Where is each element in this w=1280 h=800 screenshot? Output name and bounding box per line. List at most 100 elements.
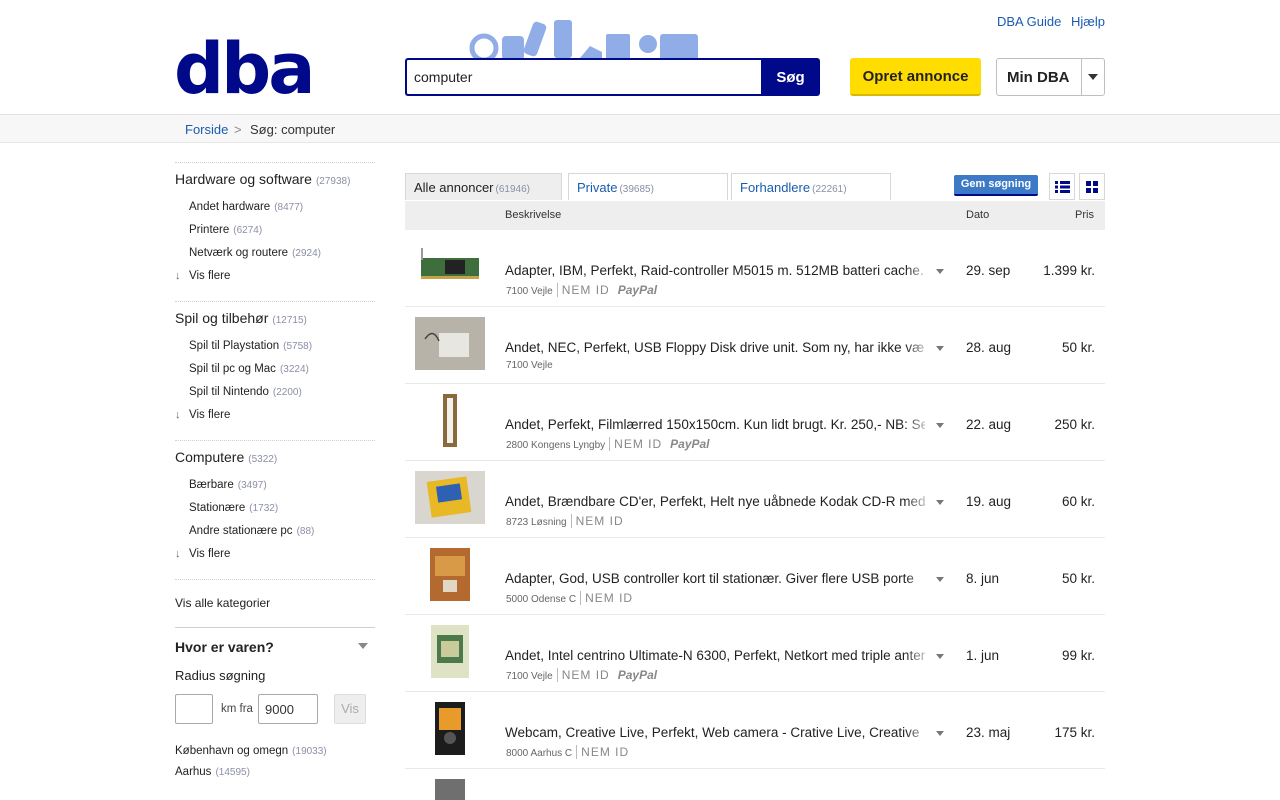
subcategory-link[interactable]: Spil til pc og Mac (3224) [175, 362, 375, 385]
location-filter-title[interactable]: Hvor er varen? [175, 636, 375, 660]
listing-title[interactable]: Andet, Perfekt, Filmlærred 150x150cm. Ku… [505, 417, 925, 432]
subcategory-link[interactable]: Andet hardware (8477) [175, 200, 375, 223]
listing-row[interactable]: Adapter, IBM, Perfekt, Raid-controller M… [405, 230, 1105, 307]
listing-date: 23. maj [966, 725, 1011, 740]
area-count: (19033) [292, 746, 327, 757]
listing-thumbnail[interactable] [415, 394, 485, 447]
divider [1081, 59, 1082, 95]
listing-row[interactable]: Andet, Brændbare CD'er, Perfekt, Helt ny… [405, 461, 1105, 538]
listing-row[interactable] [405, 769, 1105, 800]
subcategory-count: (1732) [249, 503, 279, 514]
show-more-link[interactable]: ↓ Vis flere [175, 269, 375, 287]
site-header: dba Søg Opret annonce Min DBA DBA Guide … [0, 0, 1280, 115]
listing-title[interactable]: Andet, Intel centrino Ultimate-N 6300, P… [505, 648, 925, 663]
category-link[interactable]: Spil og tilbehør (12715) [175, 310, 375, 330]
grid-view-button[interactable] [1079, 173, 1105, 200]
search-input[interactable] [405, 58, 762, 96]
nemid-badge: NEM ID [609, 437, 662, 451]
listing-thumbnail[interactable] [415, 548, 485, 601]
list-view-button[interactable] [1049, 173, 1075, 200]
subcategory-link[interactable]: Spil til Playstation (5758) [175, 339, 375, 362]
location-filter: Hvor er varen? Radius søgning km fra Vis… [175, 627, 375, 786]
listing-thumbnail[interactable] [415, 317, 485, 370]
chevron-down-icon[interactable] [936, 500, 944, 505]
column-header-price[interactable]: Pris [1075, 209, 1094, 221]
chevron-down-icon[interactable] [936, 577, 944, 582]
listing-meta: 7100 Vejle NEM ID PayPal [506, 668, 657, 682]
breadcrumb-home-link[interactable]: Forside [185, 122, 228, 137]
listing-title[interactable]: Webcam, Creative Live, Perfekt, Web came… [505, 725, 925, 740]
subcategory-link[interactable]: Spil til Nintendo (2200) [175, 385, 375, 408]
listing-location: 2800 Kongens Lyngby [506, 440, 606, 451]
category-group: Spil og tilbehør (12715) Spil til Playsta… [175, 301, 375, 440]
tab-private[interactable]: Private (39685) [568, 173, 728, 200]
category-group: Hardware og software (27938) Andet hardwa… [175, 162, 375, 301]
nemid-badge: NEM ID [556, 668, 610, 682]
my-dba-menu[interactable]: Min DBA [996, 58, 1105, 96]
category-group: Computere (5322) Bærbare (3497) Stationære… [175, 440, 375, 579]
all-categories-link[interactable]: Vis alle kategorier [175, 588, 375, 627]
list-view-icon [1055, 181, 1070, 193]
tab-dealers[interactable]: Forhandlere (22261) [731, 173, 891, 200]
subcategory-label: Spil til Nintendo [189, 386, 269, 398]
nemid-badge: NEM ID [556, 283, 610, 297]
show-more-link[interactable]: ↓ Vis flere [175, 408, 375, 426]
radius-km-input[interactable] [175, 694, 213, 724]
create-ad-button[interactable]: Opret annonce [850, 58, 981, 96]
subcategory-link[interactable]: Printere (6274) [175, 223, 375, 246]
column-header-date[interactable]: Dato [966, 209, 989, 221]
area-label: København og omegn [175, 745, 289, 757]
listing-row[interactable]: Webcam, Creative Live, Perfekt, Web came… [405, 692, 1105, 769]
subcategory-link[interactable]: Andre stationære pc (88) [175, 524, 375, 547]
category-link[interactable]: Hardware og software (27938) [175, 171, 375, 191]
subcategory-link[interactable]: Netværk og routere (2924) [175, 246, 375, 269]
listing-thumbnail[interactable] [415, 242, 485, 294]
save-search-button[interactable]: Gem søgning [954, 175, 1038, 196]
listing-row[interactable]: Andet, NEC, Perfekt, USB Floppy Disk dri… [405, 307, 1105, 384]
chevron-down-icon[interactable] [936, 654, 944, 659]
category-link[interactable]: Computere (5322) [175, 449, 375, 469]
listing-meta: 2800 Kongens Lyngby NEM ID PayPal [506, 437, 710, 451]
subcategory-link[interactable]: Stationære (1732) [175, 501, 375, 524]
search-button[interactable]: Søg [761, 58, 820, 96]
listing-date: 28. aug [966, 340, 1012, 355]
subcategory-count: (3224) [279, 364, 309, 375]
chevron-down-icon[interactable] [936, 269, 944, 274]
listing-price: 50 kr. [1061, 571, 1095, 586]
listing-thumbnail[interactable] [415, 625, 485, 678]
chevron-down-icon[interactable] [936, 423, 944, 428]
listing-thumbnail[interactable] [415, 702, 485, 755]
zip-code-input[interactable] [258, 694, 318, 724]
listing-row[interactable]: Andet, Perfekt, Filmlærred 150x150cm. Ku… [405, 384, 1105, 461]
subcategory-label: Bærbare [189, 479, 234, 491]
listing-meta: 5000 Odense C NEM ID [506, 591, 633, 605]
dba-logo[interactable]: dba [174, 34, 315, 104]
listing-row[interactable]: Andet, Intel centrino Ultimate-N 6300, P… [405, 615, 1105, 692]
chevron-down-icon[interactable] [1088, 74, 1098, 80]
listing-meta: 7100 Vejle NEM ID PayPal [506, 283, 657, 297]
listing-title[interactable]: Andet, Brændbare CD'er, Perfekt, Helt ny… [505, 494, 925, 509]
chevron-down-icon[interactable] [936, 731, 944, 736]
tab-all-ads[interactable]: Alle annoncer (61946) [405, 173, 562, 200]
dba-guide-link[interactable]: DBA Guide [997, 14, 1061, 29]
listing-title[interactable]: Adapter, God, USB controller kort til st… [505, 571, 925, 586]
listing-location: 8000 Aarhus C [506, 748, 573, 759]
chevron-down-icon[interactable] [358, 643, 368, 649]
show-more-link[interactable]: ↓ Vis flere [175, 547, 375, 565]
chevron-down-icon[interactable] [936, 346, 944, 351]
listing-title[interactable]: Andet, NEC, Perfekt, USB Floppy Disk dri… [505, 340, 925, 355]
area-link[interactable]: København og omegn (19033) [175, 744, 375, 765]
listing-title[interactable]: Adapter, IBM, Perfekt, Raid-controller M… [505, 263, 925, 278]
tab-label: Alle annoncer [414, 180, 494, 195]
listing-thumbnail[interactable] [415, 471, 485, 524]
listing-thumbnail[interactable] [415, 779, 485, 800]
paypal-badge: PayPal [670, 437, 710, 451]
subcategory-link[interactable]: Bærbare (3497) [175, 478, 375, 501]
radius-show-button[interactable]: Vis [334, 694, 366, 724]
listing-price: 250 kr. [1054, 417, 1095, 432]
column-header-description[interactable]: Beskrivelse [505, 209, 561, 221]
help-link[interactable]: Hjælp [1071, 14, 1105, 29]
area-link[interactable]: Aarhus (14595) [175, 765, 375, 786]
listing-location: 8723 Løsning [506, 517, 567, 528]
listing-row[interactable]: Adapter, God, USB controller kort til st… [405, 538, 1105, 615]
